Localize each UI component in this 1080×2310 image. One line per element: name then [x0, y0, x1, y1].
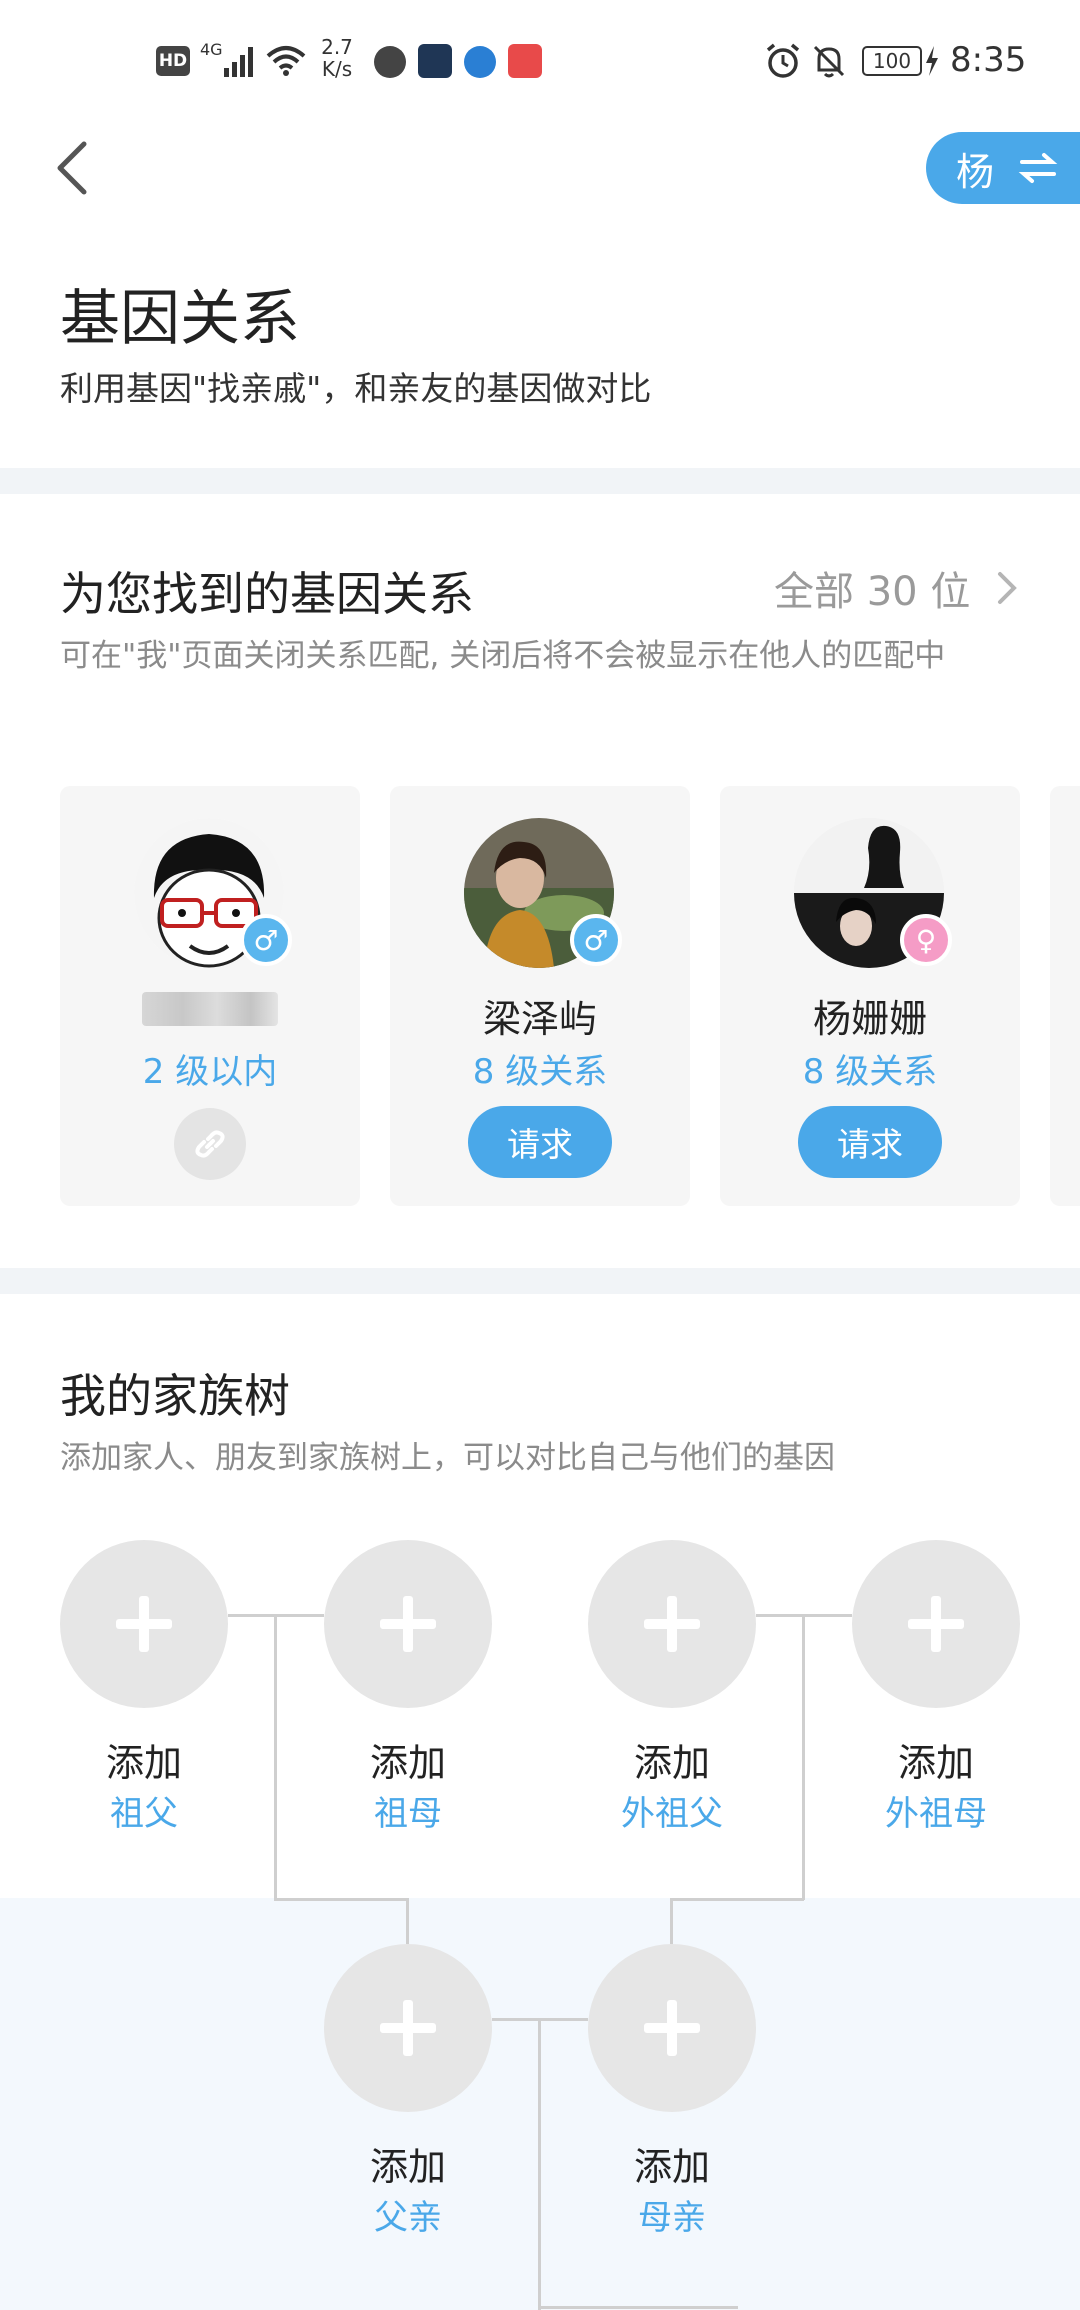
reader-app-icon	[508, 44, 542, 78]
connector-line	[274, 1614, 277, 1900]
connector-line	[538, 2018, 541, 2310]
relation-level: 2 级以内	[142, 1052, 278, 1092]
match-name: 杨姗姗	[812, 997, 927, 1041]
add-label: 添加	[105, 1741, 182, 1785]
battery-icon: 100	[862, 46, 922, 76]
mute-bell-icon	[810, 42, 848, 80]
status-bar: HD 4G 2.7 K/s 100 8:35	[0, 0, 1080, 120]
alarm-icon	[764, 42, 802, 80]
link-icon	[195, 1130, 225, 1158]
add-member-button[interactable]	[588, 1944, 756, 2112]
female-icon: ♀	[900, 914, 952, 966]
all-matches-link[interactable]: 全部 30 位	[774, 560, 1022, 616]
add-member-button[interactable]	[60, 1540, 228, 1708]
match-card[interactable]: ♂ 梁泽屿 8 级关系 请求	[390, 786, 690, 1206]
signal-icon: 4G	[200, 40, 260, 80]
network-speed: 2.7 K/s	[312, 36, 362, 80]
chevron-left-icon	[57, 141, 87, 195]
role-label: 外祖父	[621, 1794, 723, 1834]
page-subtitle: 利用基因"找亲戚"，和亲友的基因做对比	[60, 369, 652, 408]
match-name: 梁泽屿	[482, 997, 597, 1041]
family-tree-title: 我的家族树	[60, 1369, 290, 1423]
male-icon: ♂	[570, 914, 622, 966]
connector-line	[274, 1898, 408, 1901]
connector-line	[538, 2306, 738, 2309]
battery-level: 100	[872, 49, 912, 73]
add-member-button[interactable]	[324, 1540, 492, 1708]
request-button[interactable]: 请求	[798, 1106, 942, 1178]
add-member-button[interactable]	[588, 1540, 756, 1708]
matches-description: 可在"我"页面关闭关系匹配, 关闭后将不会被显示在他人的匹配中	[60, 638, 946, 674]
hd-icon: HD	[156, 46, 190, 76]
role-label: 外祖母	[885, 1794, 987, 1834]
charging-icon	[924, 46, 940, 76]
section-divider	[0, 1268, 1080, 1294]
add-member-button[interactable]	[324, 1944, 492, 2112]
clock: 8:35	[950, 40, 1027, 80]
speed-value: 2.7	[321, 35, 353, 59]
add-member-button[interactable]	[852, 1540, 1020, 1708]
add-label: 添加	[897, 1741, 974, 1785]
family-tree-description: 添加家人、朋友到家族树上，可以对比自己与他们的基因	[60, 1440, 835, 1476]
connector-line	[802, 1614, 805, 1900]
match-card[interactable]: ♂ 2 级以内	[60, 786, 360, 1206]
speed-unit: K/s	[321, 57, 353, 81]
browser-app-icon	[464, 46, 496, 78]
role-label: 祖父	[110, 1794, 178, 1834]
link-button[interactable]	[174, 1108, 246, 1180]
add-label: 添加	[369, 1741, 446, 1785]
role-label: 父亲	[374, 2198, 442, 2238]
request-button[interactable]: 请求	[468, 1106, 612, 1178]
role-label: 祖母	[374, 1794, 442, 1834]
chevron-right-icon	[998, 572, 1018, 604]
section-divider	[0, 468, 1080, 494]
role-label: 母亲	[638, 2198, 706, 2238]
profile-initial: 杨	[956, 149, 995, 194]
connector-line	[670, 1898, 673, 1944]
connector-line	[406, 1898, 409, 1944]
back-button[interactable]	[48, 138, 98, 198]
add-label: 添加	[633, 1741, 710, 1785]
male-icon: ♂	[240, 914, 292, 966]
relation-level: 8 级关系	[472, 1052, 608, 1092]
app-icon-dark	[418, 44, 452, 78]
add-label: 添加	[369, 2145, 446, 2189]
relation-level: 8 级关系	[802, 1052, 938, 1092]
all-matches-label: 全部 30 位	[774, 569, 971, 615]
wifi-icon	[264, 42, 308, 78]
globe-app-icon	[374, 46, 406, 78]
profile-switch-button[interactable]: 杨	[926, 132, 1080, 204]
match-card-partial[interactable]	[1050, 786, 1080, 1206]
swap-arrows-icon	[1018, 153, 1058, 183]
match-card[interactable]: ♀ 杨姗姗 8 级关系 请求	[720, 786, 1020, 1206]
connector-line	[670, 1898, 804, 1901]
blurred-name	[142, 992, 278, 1026]
add-label: 添加	[633, 2145, 710, 2189]
matches-title: 为您找到的基因关系	[60, 567, 474, 621]
page-title: 基因关系	[60, 284, 300, 354]
